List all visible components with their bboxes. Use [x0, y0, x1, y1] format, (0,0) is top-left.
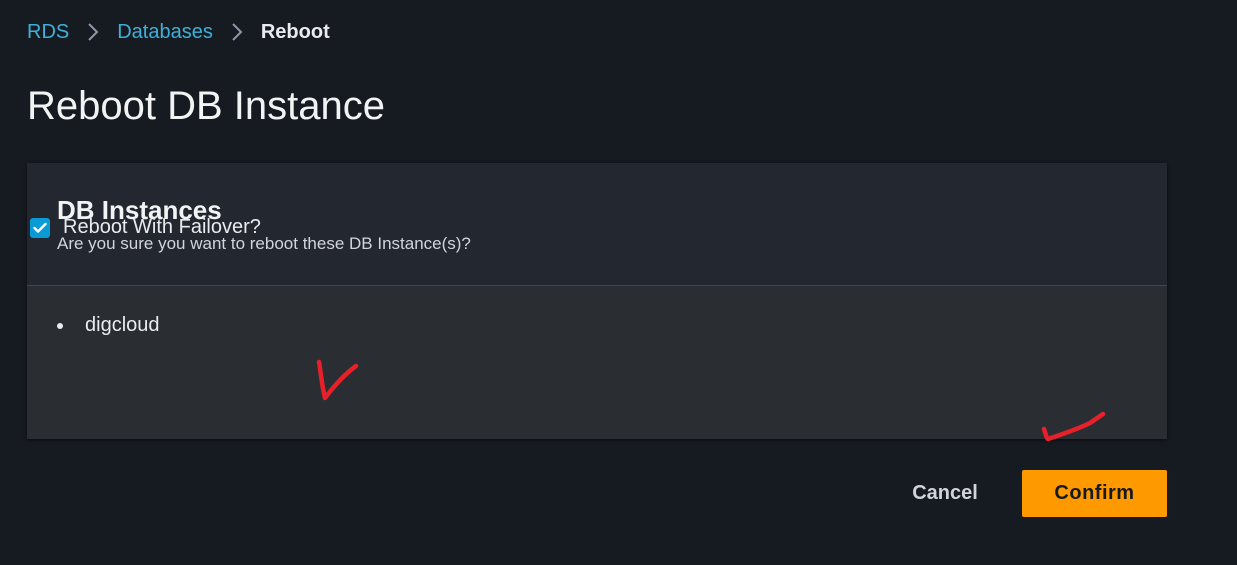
failover-label: Reboot With Failover?: [63, 216, 261, 238]
panel-body: digcloud: [27, 286, 1167, 439]
list-item: digcloud: [57, 314, 160, 337]
handwritten-check-annotation: [1041, 411, 1106, 442]
failover-checkbox[interactable]: [30, 217, 50, 238]
breadcrumb-current-reboot: Reboot: [260, 20, 330, 43]
chevron-right-icon: [213, 19, 261, 45]
chevron-right-icon: [69, 19, 117, 45]
breadcrumb-link-rds[interactable]: RDS: [27, 21, 69, 44]
failover-checkbox-row[interactable]: Reboot With Failover?: [30, 216, 261, 239]
cancel-button[interactable]: Cancel: [895, 470, 995, 516]
handwritten-check-annotation: [316, 359, 359, 401]
confirm-button[interactable]: Confirm: [1022, 470, 1167, 517]
breadcrumb: RDS Databases Reboot: [27, 19, 330, 45]
checkmark-icon: [33, 222, 47, 233]
bullet-icon: [57, 322, 63, 329]
db-instances-panel: DB Instances Are you sure you want to re…: [27, 163, 1167, 439]
breadcrumb-link-databases[interactable]: Databases: [117, 21, 213, 44]
page-title: Reboot DB Instance: [27, 84, 385, 128]
instance-name: digcloud: [85, 314, 160, 336]
